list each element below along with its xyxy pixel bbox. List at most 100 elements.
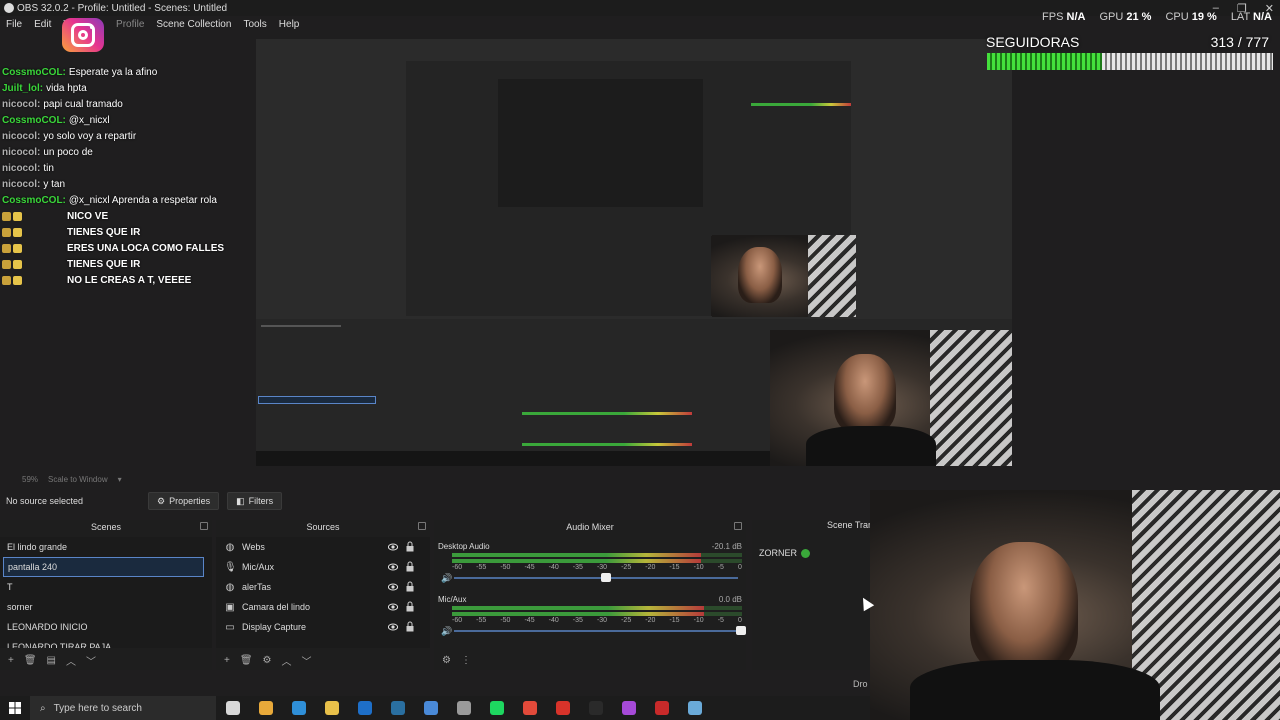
taskbar-app[interactable] <box>480 696 513 720</box>
scene-item[interactable]: El lindo grande <box>0 537 212 557</box>
remove-scene-button[interactable]: 🗑 <box>24 655 37 666</box>
filters-button[interactable]: ◧ Filters <box>227 492 283 510</box>
taskbar-app[interactable] <box>513 696 546 720</box>
taskbar-app[interactable] <box>348 696 381 720</box>
menu-file[interactable]: File <box>6 19 22 30</box>
chat-badges <box>2 227 22 237</box>
taskbar-app[interactable] <box>612 696 645 720</box>
source-name: alerTas <box>242 582 272 592</box>
chat-text: vida hpta <box>46 82 87 94</box>
taskbar-app[interactable] <box>546 696 579 720</box>
volume-slider[interactable]: 🔊 <box>438 573 742 583</box>
lock-icon[interactable] <box>406 581 414 592</box>
scene-item[interactable]: LEONARDO INICIO <box>0 617 212 637</box>
source-item[interactable]: 🎙 Mic/Aux <box>216 557 430 577</box>
taskbar-app[interactable] <box>645 696 678 720</box>
taskbar-app[interactable] <box>216 696 249 720</box>
preview-taskbar <box>256 451 771 466</box>
taskbar-app[interactable] <box>249 696 282 720</box>
scene-item[interactable]: T <box>0 577 212 597</box>
menu-edit[interactable]: Edit <box>34 19 51 30</box>
chat-message: CossmoCOL: @x_nicxl <box>2 112 252 128</box>
performance-stats: FPS N/A GPU 21 % CPU 19 % LAT N/A <box>1042 11 1272 23</box>
source-toolbar: No source selected ⚙ Properties ◧ Filters <box>0 492 870 510</box>
source-item[interactable]: ▣ Camara del lindo <box>216 597 430 617</box>
taskbar-app[interactable] <box>381 696 414 720</box>
level-meter <box>452 612 742 616</box>
taskbar-app[interactable] <box>579 696 612 720</box>
lock-icon[interactable] <box>406 601 414 612</box>
start-button[interactable] <box>0 696 30 720</box>
chevron-down-icon[interactable]: ▾ <box>118 475 122 484</box>
badge-icon <box>2 227 11 237</box>
move-down-button[interactable]: ﹀ <box>86 653 96 668</box>
volume-track[interactable] <box>454 630 738 632</box>
lock-icon[interactable] <box>406 621 414 632</box>
undock-icon[interactable] <box>200 522 208 530</box>
taskbar-app[interactable] <box>447 696 480 720</box>
gear-icon: ⚙ <box>157 495 166 506</box>
volume-slider[interactable]: 🔊 <box>438 626 746 637</box>
remove-source-button[interactable]: 🗑 <box>240 655 253 666</box>
taskbar-app[interactable] <box>414 696 447 720</box>
badge-icon <box>2 243 11 253</box>
menu-help[interactable]: Help <box>279 19 300 30</box>
scene-filters-button[interactable]: ▤ <box>47 655 56 666</box>
latency-stat: LAT N/A <box>1230 11 1272 23</box>
lock-icon[interactable] <box>406 541 414 552</box>
source-item[interactable]: ◍ alerTas <box>216 577 430 597</box>
undock-icon[interactable] <box>734 522 742 530</box>
speaker-icon[interactable]: 🔊 <box>441 573 452 584</box>
meter-tick-label: -20 <box>645 564 656 571</box>
scale-mode-select[interactable]: Scale to Window <box>48 475 108 484</box>
meter-tick-label: -5 <box>717 564 724 571</box>
taskbar-app[interactable] <box>315 696 348 720</box>
visibility-eye-icon[interactable] <box>388 582 398 592</box>
source-item[interactable]: ◍ Webs <box>216 537 430 557</box>
scene-item[interactable]: LEONARDO TIRAR PAJA <box>0 637 212 648</box>
scene-item[interactable]: sorner <box>0 597 212 617</box>
volume-track[interactable] <box>454 577 738 579</box>
move-up-button[interactable]: ︿ <box>282 653 292 668</box>
speaker-icon[interactable]: 🔊 <box>441 626 452 637</box>
move-down-button[interactable]: ﹀ <box>302 653 312 668</box>
chat-badges <box>2 243 22 253</box>
move-up-button[interactable]: ︿ <box>66 653 76 668</box>
meter-tick-label: -30 <box>596 564 608 571</box>
visibility-eye-icon[interactable] <box>388 542 398 552</box>
stream-preview[interactable] <box>256 39 1012 466</box>
chat-message: Juilt_lol: vida hpta <box>2 80 252 96</box>
notepad-icon <box>687 701 702 715</box>
transition-item[interactable]: ZORNER <box>759 548 810 558</box>
sources-header: Sources <box>216 520 430 534</box>
badge-icon <box>2 211 11 221</box>
taskbar-app[interactable] <box>282 696 315 720</box>
chat-username: nicocol: <box>2 162 41 174</box>
chat-text: un poco de <box>43 146 93 158</box>
add-source-button[interactable]: + <box>224 655 230 666</box>
volume-knob[interactable] <box>600 573 611 582</box>
menu-profile[interactable]: Profile <box>116 19 144 30</box>
add-scene-button[interactable]: + <box>8 655 14 666</box>
menu-tools[interactable]: Tools <box>243 19 266 30</box>
volume-knob[interactable] <box>736 626 746 635</box>
source-properties-button[interactable]: ⚙ <box>263 655 272 666</box>
scene-transitions-panel: Scene Tran ZORNER <box>752 520 873 670</box>
goal-progress-bar <box>987 53 1273 70</box>
chat-message: ERES UNA LOCA COMO FALLES <box>2 240 252 256</box>
source-item[interactable]: ▭ Display Capture <box>216 617 430 637</box>
visibility-eye-icon[interactable] <box>388 562 398 572</box>
mixer-menu-button[interactable]: ⋮ <box>461 655 471 666</box>
advanced-audio-button[interactable]: ⚙ <box>442 655 451 666</box>
properties-button[interactable]: ⚙ Properties <box>148 492 220 510</box>
mixer-channel: Mic/Aux 0.0 dB -60 -55 -50 -45 -40 -35 -30 -25 -20… <box>438 595 746 639</box>
taskbar-app[interactable] <box>678 696 711 720</box>
lock-icon[interactable] <box>406 561 414 572</box>
menu-scene-collection[interactable]: Scene Collection <box>156 19 231 30</box>
visibility-eye-icon[interactable] <box>388 622 398 632</box>
undock-icon[interactable] <box>418 522 426 530</box>
meter-scale: -60 -55 -50 -45 -40 -35 -30 -25 -20 -15 -10 -5 0 <box>452 617 742 624</box>
taskbar-search[interactable]: ⌕ Type here to search <box>30 696 216 720</box>
scene-item[interactable]: pantalla 240 <box>3 557 204 577</box>
visibility-eye-icon[interactable] <box>388 602 398 612</box>
